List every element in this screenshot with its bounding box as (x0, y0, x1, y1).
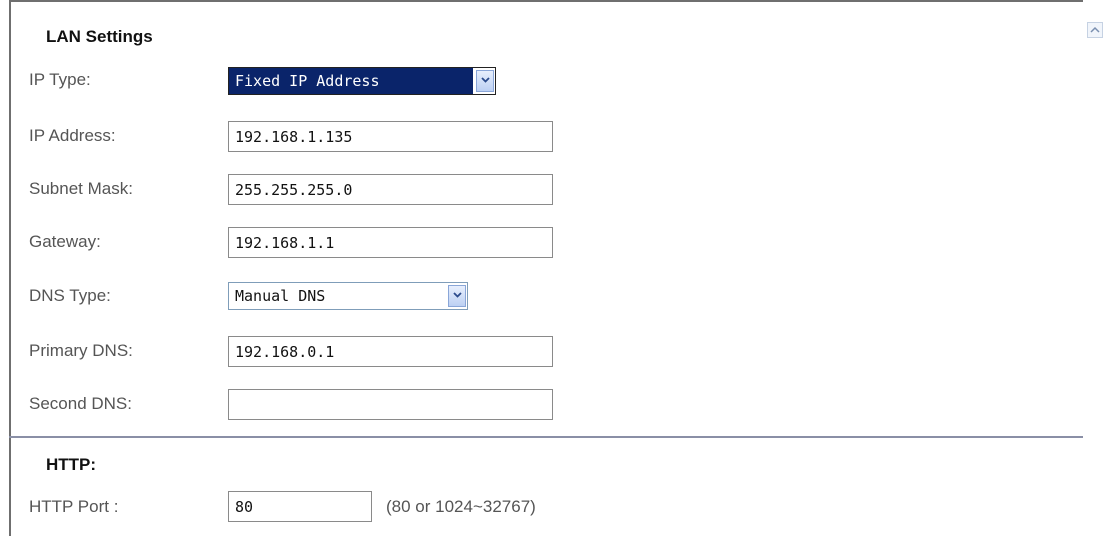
http-title: HTTP: (46, 455, 97, 474)
dns-type-value: Manual DNS (235, 287, 326, 305)
dns-type-select[interactable]: Manual DNS (228, 282, 468, 310)
second-dns-label: Second DNS: (29, 394, 132, 413)
http-port-label: HTTP Port : (29, 497, 119, 516)
primary-dns-input[interactable] (228, 336, 553, 367)
section-divider (9, 436, 1083, 438)
chevron-down-icon[interactable] (476, 70, 494, 92)
ip-address-label: IP Address: (29, 126, 116, 145)
http-port-range-hint: (80 or 1024~32767) (386, 497, 536, 516)
scroll-up-arrow-icon[interactable] (1087, 22, 1103, 38)
settings-panel (9, 0, 1083, 536)
second-dns-input[interactable] (228, 389, 553, 420)
primary-dns-label: Primary DNS: (29, 341, 133, 360)
ip-type-label: IP Type: (29, 70, 91, 89)
subnet-mask-label: Subnet Mask: (29, 179, 133, 198)
gateway-label: Gateway: (29, 232, 101, 251)
subnet-mask-input[interactable] (228, 174, 553, 205)
ip-type-select[interactable]: Fixed IP Address (228, 67, 496, 95)
ip-address-input[interactable] (228, 121, 553, 152)
gateway-input[interactable] (228, 227, 553, 258)
ip-type-value: Fixed IP Address (229, 68, 473, 94)
lan-settings-title: LAN Settings (46, 27, 153, 46)
chevron-down-icon[interactable] (448, 285, 466, 307)
dns-type-label: DNS Type: (29, 286, 111, 305)
http-port-input[interactable] (228, 491, 372, 522)
